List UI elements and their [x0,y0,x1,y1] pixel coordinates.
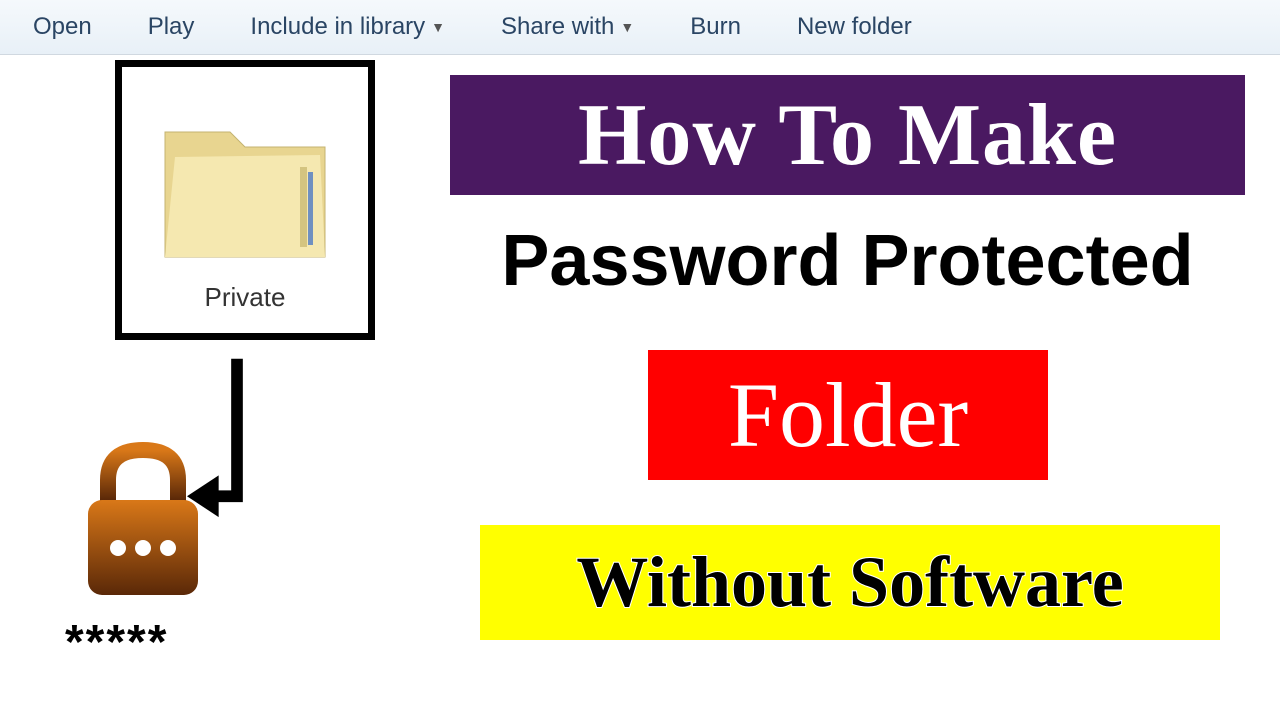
folder-container[interactable]: Private [115,60,375,340]
chevron-down-icon: ▼ [620,19,634,35]
title-banner-without-software: Without Software [480,525,1220,640]
lock-icon [78,440,208,600]
title-text-3: Folder [728,362,968,468]
open-button[interactable]: Open [5,7,120,47]
share-with-label: Share with [501,13,614,41]
include-in-library-button[interactable]: Include in library ▼ [222,7,473,47]
title-text-4: Without Software [576,541,1123,624]
title-text-1: How To Make [578,85,1117,186]
explorer-toolbar: Open Play Include in library ▼ Share wit… [0,0,1280,55]
title-banner-how-to-make: How To Make [450,75,1245,195]
burn-button[interactable]: Burn [662,7,769,47]
new-folder-button[interactable]: New folder [769,7,940,47]
title-banner-folder: Folder [648,350,1048,480]
folder-icon [145,97,345,277]
chevron-down-icon: ▼ [431,19,445,35]
title-text-password-protected: Password Protected [450,220,1245,302]
folder-label: Private [205,282,286,313]
play-button[interactable]: Play [120,7,223,47]
password-mask-text: ***** [65,615,168,670]
include-in-library-label: Include in library [250,13,425,41]
share-with-button[interactable]: Share with ▼ [473,7,662,47]
